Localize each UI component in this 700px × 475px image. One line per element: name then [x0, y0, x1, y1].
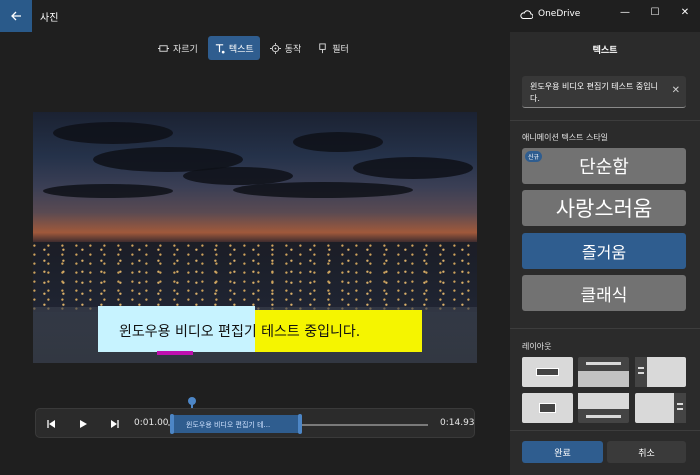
style-label: 즐거움	[581, 243, 627, 262]
back-arrow-icon	[11, 11, 21, 21]
close-icon: ✕	[680, 6, 690, 18]
layout-preview-bar	[536, 368, 559, 376]
motion-icon	[269, 42, 281, 54]
clip-label: 윈도우용 비디오 편집기 테...	[186, 421, 271, 429]
layout-preview-bar	[586, 362, 621, 365]
style-card-simple[interactable]: 단순함 신규	[522, 148, 686, 184]
minimize-button[interactable]: —	[610, 0, 640, 24]
layout-left[interactable]	[635, 357, 686, 387]
tool-label: 자르기	[173, 44, 198, 55]
maximize-button[interactable]: ☐	[640, 0, 670, 24]
layout-center[interactable]	[522, 357, 573, 387]
trim-icon	[158, 44, 169, 52]
photos-video-editor: 사진 OneDrive — ☐ ✕ 자르기 텍스트 동작 필터 윈도우용 비디오…	[0, 0, 700, 475]
tool-text[interactable]: 텍스트	[207, 36, 260, 60]
caption-underline	[157, 351, 193, 355]
style-card-lovely[interactable]: 사랑스러움	[522, 190, 686, 226]
tool-filter[interactable]: 필터	[311, 36, 355, 60]
text-icon	[215, 43, 225, 54]
onedrive-label: OneDrive	[538, 9, 581, 19]
panel-title: 텍스트	[592, 46, 618, 56]
cloud-shape	[53, 122, 173, 144]
tool-label: 필터	[332, 44, 349, 55]
cloud-icon	[520, 9, 533, 19]
cloud-shape	[293, 132, 383, 152]
close-button[interactable]: ✕	[670, 0, 700, 24]
caption-text-value: 윈도우용 비디오 편집기 테스트 중입니다.	[530, 82, 658, 103]
layout-bottom[interactable]	[578, 393, 629, 423]
clip-end-handle[interactable]	[298, 414, 302, 434]
cloud-shape	[43, 184, 173, 198]
layout-preview-area	[578, 371, 629, 387]
layout-preview-bar	[539, 403, 556, 413]
style-card-fun[interactable]: 즐거움	[522, 233, 686, 269]
tool-label: 텍스트	[228, 44, 254, 55]
layout-preview-bar	[586, 415, 621, 418]
tool-motion[interactable]: 동작	[264, 36, 308, 60]
style-label: 사랑스러움	[555, 197, 653, 221]
divider	[510, 328, 700, 329]
back-button[interactable]	[0, 0, 32, 32]
layout-preview-bar	[638, 367, 644, 369]
step-forward-button[interactable]	[104, 409, 126, 439]
divider	[510, 430, 700, 431]
layout-preview-area	[578, 393, 629, 409]
layout-right[interactable]	[635, 393, 686, 423]
text-panel: 텍스트 윈도우용 비디오 편집기 테스트 중입니다. ✕ 애니메이션 텍스트 스…	[510, 32, 700, 475]
layout-section-label: 레이아웃	[522, 342, 552, 351]
play-icon	[80, 420, 87, 428]
app-title: 사진	[40, 13, 59, 24]
done-button[interactable]: 완료	[522, 441, 603, 463]
end-time: 0:14.93	[440, 418, 475, 428]
filter-icon	[319, 42, 326, 53]
layout-preview-bar	[677, 403, 683, 405]
clear-text-button[interactable]: ✕	[672, 85, 680, 96]
layout-middle[interactable]	[522, 393, 573, 423]
minimize-icon: —	[620, 6, 630, 18]
clip-start-handle[interactable]	[170, 414, 174, 434]
layout-top[interactable]	[578, 357, 629, 387]
cloud-shape	[353, 157, 473, 179]
title-bar: 사진 OneDrive — ☐ ✕	[0, 0, 700, 32]
styles-section-label: 애니메이션 텍스트 스타일	[522, 133, 609, 142]
cancel-button[interactable]: 취소	[607, 441, 686, 463]
new-badge: 신규	[525, 151, 543, 162]
step-back-button[interactable]	[40, 409, 62, 439]
play-button[interactable]	[72, 409, 94, 439]
video-caption[interactable]: 윈도우용 비디오 편집기 테스트 중입니다.	[119, 321, 360, 341]
edit-toolbar: 자르기 텍스트 동작 필터	[152, 36, 355, 60]
style-label: 단순함	[579, 157, 629, 178]
layout-preview-bar	[677, 408, 683, 410]
step-back-icon	[47, 420, 55, 428]
step-forward-icon	[111, 420, 119, 428]
style-card-classic[interactable]: 클래식	[522, 275, 686, 311]
text-styles-list: 단순함 신규 사랑스러움 즐거움 클래식	[522, 148, 686, 318]
tool-trim[interactable]: 자르기	[152, 36, 204, 60]
cloud-shape	[233, 182, 413, 198]
caption-text-input[interactable]: 윈도우용 비디오 편집기 테스트 중입니다. ✕	[522, 76, 686, 108]
current-time: 0:01.00	[134, 418, 169, 428]
onedrive-status[interactable]: OneDrive	[520, 9, 580, 19]
maximize-icon: ☐	[650, 6, 660, 18]
close-icon: ✕	[671, 85, 680, 96]
layout-preview-bar	[638, 372, 644, 374]
city-lights	[33, 242, 477, 312]
style-label: 클래식	[580, 285, 628, 306]
divider	[510, 120, 700, 121]
tool-label: 동작	[284, 44, 302, 55]
timeline-bar: 0:01.00 윈도우용 비디오 편집기 테... 0:14.93	[35, 408, 475, 438]
